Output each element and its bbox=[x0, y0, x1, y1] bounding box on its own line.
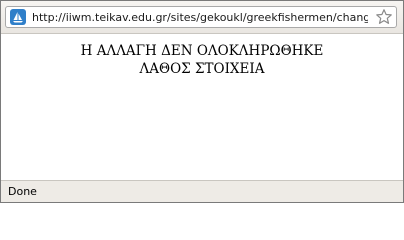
page-content: Η ΑΛΛΑΓΗ ΔΕΝ ΟΛΟΚΛΗΡΩΘΗΚΕ ΛΑΘΟΣ ΣΤΟΙΧΕΙΑ bbox=[1, 34, 403, 180]
status-text: Done bbox=[8, 185, 37, 198]
star-icon[interactable] bbox=[375, 8, 393, 26]
sailboat-icon bbox=[10, 9, 26, 25]
error-message: Η ΑΛΛΑΓΗ ΔΕΝ ΟΛΟΚΛΗΡΩΘΗΚΕ ΛΑΘΟΣ ΣΤΟΙΧΕΙΑ bbox=[1, 42, 403, 78]
message-line-1: Η ΑΛΛΑΓΗ ΔΕΝ ΟΛΟΚΛΗΡΩΘΗΚΕ bbox=[80, 43, 324, 59]
address-bar[interactable]: http://iiwm.teikav.edu.gr/sites/gekoukl/… bbox=[5, 6, 397, 28]
url-text[interactable]: http://iiwm.teikav.edu.gr/sites/gekoukl/… bbox=[32, 10, 368, 26]
address-toolbar: http://iiwm.teikav.edu.gr/sites/gekoukl/… bbox=[1, 1, 403, 34]
status-bar: Done bbox=[1, 180, 403, 202]
browser-popup-window: http://iiwm.teikav.edu.gr/sites/gekoukl/… bbox=[0, 0, 404, 203]
message-line-2: ΛΑΘΟΣ ΣΤΟΙΧΕΙΑ bbox=[139, 61, 265, 77]
